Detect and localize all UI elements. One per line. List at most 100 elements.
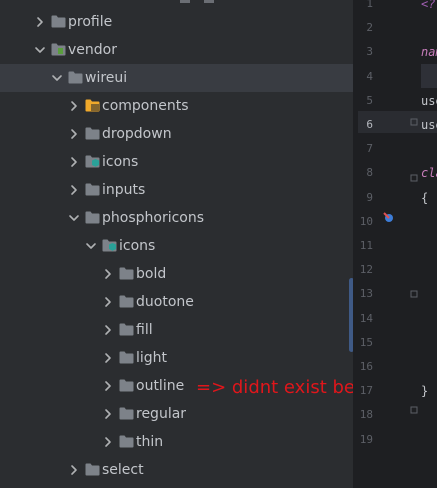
line-number: 4 bbox=[366, 70, 373, 83]
chevron-right-icon[interactable] bbox=[68, 184, 80, 196]
tree-item-inputs[interactable]: inputs bbox=[0, 176, 353, 204]
tree-item-label: dropdown bbox=[102, 126, 172, 142]
implements-icon[interactable] bbox=[383, 212, 395, 224]
line-number: 18 bbox=[359, 408, 373, 421]
folder-icon bbox=[85, 127, 100, 140]
line-number: 7 bbox=[366, 142, 373, 155]
code-line-fragment: <? bbox=[421, 0, 436, 11]
tree-item-wireui[interactable]: wireui bbox=[0, 64, 353, 92]
tree-item-phosphoricons[interactable]: phosphoricons bbox=[0, 204, 353, 232]
tree-item-label: profile bbox=[68, 14, 113, 30]
line-number: 3 bbox=[366, 45, 373, 58]
tree-item-label: regular bbox=[136, 406, 187, 422]
chevron-right-icon[interactable] bbox=[102, 352, 114, 364]
line-number: 17 bbox=[359, 384, 373, 397]
cut-off-row-fragment bbox=[180, 0, 214, 3]
tree-item-label: inputs bbox=[102, 182, 146, 198]
line-number: 9 bbox=[366, 191, 373, 204]
folder-icon bbox=[119, 435, 134, 448]
tree-item-profile[interactable]: profile bbox=[0, 8, 353, 36]
fold-marker-icon[interactable] bbox=[410, 174, 418, 182]
tree-item-thin[interactable]: thin bbox=[0, 428, 353, 456]
line-number: 12 bbox=[359, 263, 373, 276]
chevron-down-icon[interactable] bbox=[68, 212, 80, 224]
line-number: 14 bbox=[359, 312, 373, 325]
tree-item-light[interactable]: light bbox=[0, 344, 353, 372]
folder-icon bbox=[119, 379, 134, 392]
tree-item-components[interactable]: components bbox=[0, 92, 353, 120]
tree-item-regular[interactable]: regular bbox=[0, 400, 353, 428]
tree-item-label: light bbox=[136, 350, 168, 366]
line-number: 19 bbox=[359, 433, 373, 446]
folder-icon bbox=[51, 15, 66, 28]
tree-item-fill[interactable]: fill bbox=[0, 316, 353, 344]
chevron-down-icon[interactable] bbox=[51, 72, 63, 84]
tree-item-vendor[interactable]: vendor bbox=[0, 36, 353, 64]
chevron-down-icon[interactable] bbox=[34, 44, 46, 56]
project-tree-panel: profile vendor wireui components dropdown ico… bbox=[0, 0, 390, 488]
folder-icon bbox=[85, 183, 100, 196]
tree-item-label: icons bbox=[119, 238, 156, 254]
line-number: 2 bbox=[366, 21, 373, 34]
code-line-fragment: { bbox=[421, 191, 429, 205]
selection-band bbox=[421, 64, 437, 88]
tree-item-label: icons bbox=[102, 154, 139, 170]
chevron-right-icon[interactable] bbox=[68, 464, 80, 476]
tree-item-label: components bbox=[102, 98, 189, 114]
tree-item-label: vendor bbox=[68, 42, 117, 58]
code-line-fragment: cla bbox=[421, 166, 437, 180]
folder-icon bbox=[85, 463, 100, 476]
tree-item-label: wireui bbox=[85, 70, 128, 86]
folder-icon bbox=[119, 323, 134, 336]
chevron-right-icon[interactable] bbox=[102, 324, 114, 336]
line-number: 16 bbox=[359, 360, 373, 373]
tree-item-dropdown[interactable]: dropdown bbox=[0, 120, 353, 148]
line-number: 8 bbox=[366, 166, 373, 179]
tree-item-select[interactable]: select bbox=[0, 456, 353, 484]
tree-item-label: outline bbox=[136, 378, 185, 394]
code-line-fragment: nam bbox=[421, 45, 437, 59]
tree-item-label: phosphoricons bbox=[102, 210, 205, 226]
folder-icon bbox=[85, 211, 100, 224]
code-line-fragment: use bbox=[421, 94, 437, 108]
tree-item-label: thin bbox=[136, 434, 164, 450]
fold-marker-icon[interactable] bbox=[410, 290, 418, 298]
folder-icon bbox=[119, 407, 134, 420]
chevron-right-icon[interactable] bbox=[102, 380, 114, 392]
code-line-fragment: } bbox=[421, 384, 429, 398]
code-editor-panel[interactable]: 12345678910111213141516171819 <?namuseus… bbox=[353, 0, 437, 488]
tree-item-duotone[interactable]: duotone bbox=[0, 288, 353, 316]
tree-item-label: duotone bbox=[136, 294, 194, 310]
folder-icon bbox=[119, 351, 134, 364]
folder-icon bbox=[119, 267, 134, 280]
tree-item-label: fill bbox=[136, 322, 153, 338]
folder-icon bbox=[119, 295, 134, 308]
chevron-down-icon[interactable] bbox=[85, 240, 97, 252]
tree-item-icons[interactable]: icons bbox=[0, 148, 353, 176]
line-number: 10 bbox=[359, 215, 373, 228]
line-number: 13 bbox=[359, 287, 373, 300]
chevron-right-icon[interactable] bbox=[68, 156, 80, 168]
folder-icon bbox=[51, 43, 66, 56]
chevron-right-icon[interactable] bbox=[102, 408, 114, 420]
chevron-right-icon[interactable] bbox=[34, 16, 46, 28]
chevron-right-icon[interactable] bbox=[102, 436, 114, 448]
tree-item-icons[interactable]: icons bbox=[0, 232, 353, 260]
line-number: 11 bbox=[359, 239, 373, 252]
folder-icon bbox=[85, 155, 100, 168]
tree-item-label: bold bbox=[136, 266, 167, 282]
tree-item-bold[interactable]: bold bbox=[0, 260, 353, 288]
folder-icon bbox=[68, 71, 83, 84]
chevron-right-icon[interactable] bbox=[68, 128, 80, 140]
line-number: 1 bbox=[366, 0, 373, 10]
chevron-right-icon[interactable] bbox=[102, 268, 114, 280]
tree-item-label: select bbox=[102, 462, 144, 478]
line-number: 15 bbox=[359, 336, 373, 349]
fold-marker-icon[interactable] bbox=[410, 406, 418, 414]
line-number: 5 bbox=[366, 94, 373, 107]
fold-marker-icon[interactable] bbox=[410, 118, 418, 126]
chevron-right-icon[interactable] bbox=[68, 100, 80, 112]
chevron-right-icon[interactable] bbox=[102, 296, 114, 308]
code-line-fragment: use bbox=[421, 118, 437, 132]
folder-icon bbox=[102, 239, 117, 252]
